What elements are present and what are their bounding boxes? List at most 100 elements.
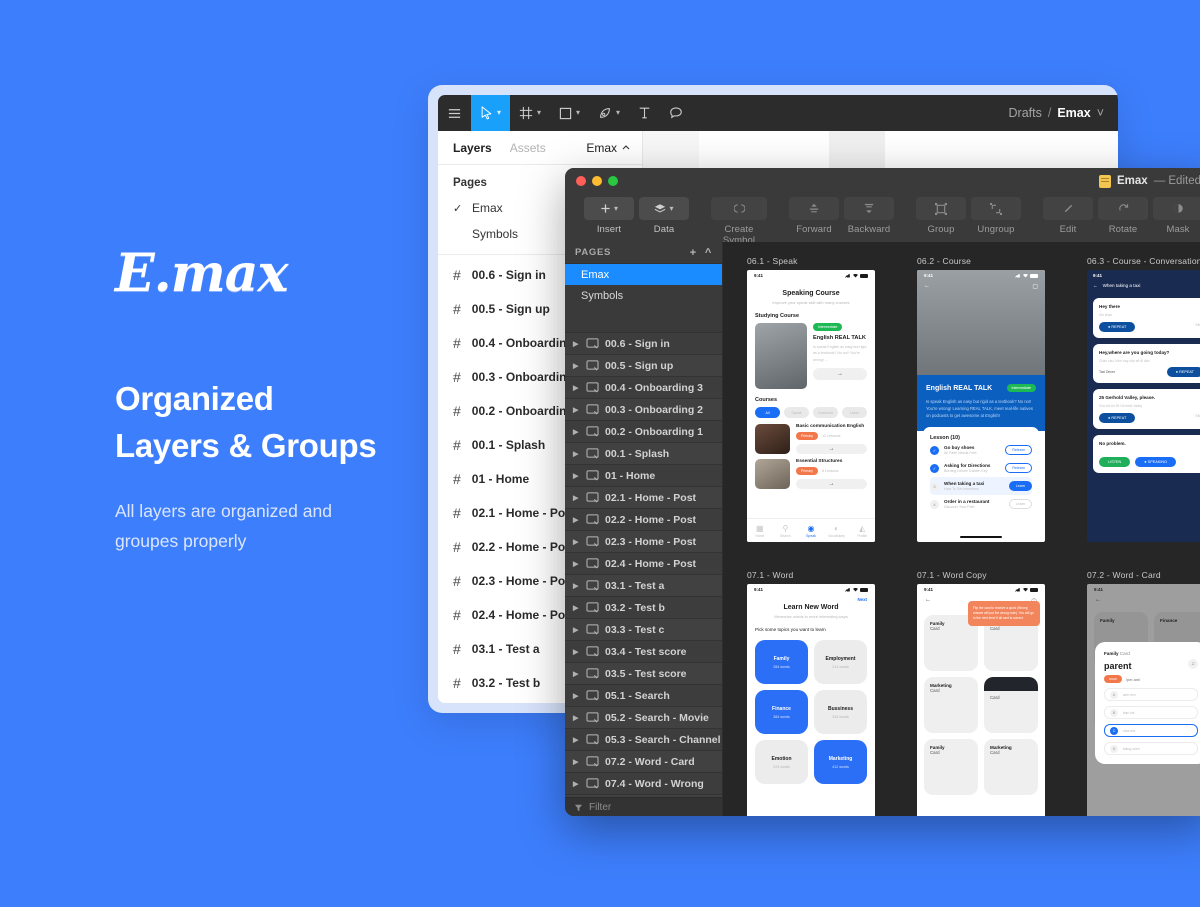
repeat-button[interactable]: ● REPEAT <box>1166 367 1200 377</box>
disclosure-triangle-icon[interactable]: ▶ <box>573 340 580 348</box>
repeat-button[interactable]: ● REPEAT <box>1099 322 1136 332</box>
answer-option[interactable]: Aanh em <box>1104 688 1198 701</box>
sketch-page-symbols[interactable]: Symbols <box>565 285 722 306</box>
sketch-layer-item[interactable]: ▶ 03.1 - Test a <box>565 575 722 597</box>
sketch-layer-item[interactable]: ▶ 00.6 - Sign in <box>565 333 722 355</box>
course-cta[interactable]: → <box>796 479 867 489</box>
repeat-button[interactable]: ● REPEAT <box>1099 413 1136 423</box>
disclosure-triangle-icon[interactable]: ▶ <box>573 758 580 766</box>
disclosure-triangle-icon[interactable]: ▶ <box>573 648 580 656</box>
tab-profile[interactable]: ◭ Profile <box>849 523 875 538</box>
topic-tile[interactable]: Family 284 words <box>755 640 808 684</box>
toolbar-data-button[interactable]: ▾ Data <box>639 197 689 235</box>
artboard-word-copy[interactable]: 07.1 - Word Copy 9:41 ← ⓘ Flip the card … <box>917 570 1045 816</box>
chip-grammar[interactable]: Grammar <box>813 407 838 418</box>
sketch-layer-item[interactable]: ▶ 00.5 - Sign up <box>565 355 722 377</box>
back-icon[interactable]: ← <box>924 283 930 290</box>
shape-tool[interactable]: ▾ <box>550 95 589 131</box>
disclosure-triangle-icon[interactable]: ▶ <box>573 604 580 612</box>
tab-layers[interactable]: Layers <box>453 141 492 155</box>
menu-icon[interactable] <box>438 95 471 131</box>
sketch-layer-item[interactable]: ▶ 02.2 - Home - Post <box>565 509 722 531</box>
topic-tile[interactable]: Marketing 412 words <box>814 740 867 784</box>
chevron-up-icon[interactable]: ^ <box>705 247 712 259</box>
audio-icon[interactable]: ♫ <box>1188 658 1198 669</box>
topic-tile[interactable]: Employment 214 words <box>814 640 867 684</box>
artboard-course[interactable]: 06.2 - Course 9:41 ← ▢ English REAL TALK… <box>917 256 1045 542</box>
lesson-action-button[interactable]: Relearn <box>1005 463 1032 474</box>
add-page-icon[interactable]: + <box>690 247 697 259</box>
tab-home[interactable]: ▦ Home <box>747 523 773 538</box>
disclosure-triangle-icon[interactable]: ▶ <box>573 692 580 700</box>
chevron-down-icon[interactable]: ˅ <box>1097 106 1104 120</box>
chip-all[interactable]: All <box>755 407 780 418</box>
next-button[interactable]: Next <box>747 595 875 602</box>
sketch-layer-item[interactable]: ▶ 02.4 - Home - Post <box>565 553 722 575</box>
close-icon[interactable] <box>576 176 586 186</box>
move-tool[interactable]: ▾ <box>471 95 511 131</box>
frame-tool[interactable]: ▾ <box>510 95 550 131</box>
sketch-layer-item[interactable]: ▶ 07.2 - Word - Card <box>565 751 722 773</box>
answer-option[interactable]: Dhàng xóm <box>1104 742 1198 755</box>
disclosure-triangle-icon[interactable]: ▶ <box>573 472 580 480</box>
disclosure-triangle-icon[interactable]: ▶ <box>573 582 580 590</box>
artboard-word[interactable]: 07.1 - Word 9:41 Next Learn New Word Mem… <box>747 570 875 816</box>
lesson-row[interactable]: ✓ Go buy shoes All Faith Needs Feet Relea… <box>930 441 1032 459</box>
text-tool[interactable] <box>629 95 660 131</box>
disclosure-triangle-icon[interactable]: ▶ <box>573 670 580 678</box>
sketch-layer-item[interactable]: ▶ 05.3 - Search - Channel <box>565 729 722 751</box>
disclosure-triangle-icon[interactable]: ▶ <box>573 736 580 744</box>
sketch-layer-item[interactable]: ▶ 01 - Home <box>565 465 722 487</box>
tab-search[interactable]: ⚲ Search <box>773 523 799 538</box>
chip-speak[interactable]: Speak <box>784 407 809 418</box>
featured-course-cta[interactable]: → <box>813 368 867 381</box>
back-icon[interactable]: ← <box>925 597 931 606</box>
bookmark-icon[interactable]: ▢ <box>1032 283 1038 290</box>
sketch-layer-item[interactable]: ▶ 02.1 - Home - Post <box>565 487 722 509</box>
sketch-filter-bar[interactable]: Filter <box>565 797 722 816</box>
sketch-layer-item[interactable]: ▶ 00.1 - Splash <box>565 443 722 465</box>
topic-tile[interactable]: Bussiness 334 words <box>814 690 867 734</box>
sketch-layer-item[interactable]: ▶ 02.3 - Home - Post <box>565 531 722 553</box>
disclosure-triangle-icon[interactable]: ▶ <box>573 626 580 634</box>
lesson-row[interactable]: 3 When taking a taxi How To Set Intention… <box>930 477 1032 496</box>
minimize-icon[interactable] <box>592 176 602 186</box>
disclosure-triangle-icon[interactable]: ▶ <box>573 714 580 722</box>
disclosure-triangle-icon[interactable]: ▶ <box>573 538 580 546</box>
artboard-conversation[interactable]: 06.3 - Course - Conversation 9:41 ← When… <box>1087 256 1200 542</box>
chip-listen[interactable]: Listen <box>842 407 867 418</box>
answer-option[interactable]: Ccha mẹ <box>1104 724 1198 737</box>
breadcrumb-file[interactable]: Emax <box>1057 106 1090 120</box>
breadcrumb-project[interactable]: Drafts <box>1009 106 1042 120</box>
sketch-canvas[interactable]: 06.1 - Speak 9:41 Speaking Course Improv… <box>723 242 1200 816</box>
sketch-layer-item[interactable]: ▶ 07.4 - Word - Wrong <box>565 773 722 795</box>
sketch-layer-item[interactable]: ▶ 03.3 - Test c <box>565 619 722 641</box>
sketch-layer-item[interactable]: ▶ 03.4 - Test score <box>565 641 722 663</box>
page-selector[interactable]: Emax <box>586 141 630 155</box>
sketch-layer-item[interactable]: ▶ 05.1 - Search <box>565 685 722 707</box>
topic-tile[interactable]: Finance 384 words <box>755 690 808 734</box>
back-icon[interactable]: ← <box>1093 283 1098 288</box>
course-cta[interactable]: → <box>796 444 867 454</box>
sketch-layer-item[interactable]: ▶ 05.2 - Search - Movie <box>565 707 722 729</box>
sketch-layer-item[interactable]: ▶ 03.5 - Test score <box>565 663 722 685</box>
sketch-layer-item[interactable]: ▶ 00.2 - Onboarding 1 <box>565 421 722 443</box>
disclosure-triangle-icon[interactable]: ▶ <box>573 450 580 458</box>
lesson-action-button[interactable]: Learn <box>1008 481 1032 492</box>
disclosure-triangle-icon[interactable]: ▶ <box>573 560 580 568</box>
answer-option[interactable]: Bbạn bè <box>1104 706 1198 719</box>
disclosure-triangle-icon[interactable]: ▶ <box>573 494 580 502</box>
tab-assets[interactable]: Assets <box>510 141 546 155</box>
maximize-icon[interactable] <box>608 176 618 186</box>
lesson-row[interactable]: ✓ Asking for Directions Burning Desire Go… <box>930 459 1032 477</box>
word-card[interactable]: Card <box>984 677 1038 733</box>
listen-button[interactable]: LISTEN <box>1099 457 1131 467</box>
sketch-layer-item[interactable]: ▶ 03.2 - Test b <box>565 597 722 619</box>
comment-tool[interactable] <box>660 95 692 131</box>
topic-tile[interactable]: Emotion 224 words <box>755 740 808 784</box>
course-row-1[interactable]: Basic communication English Primary 12 L… <box>747 418 875 454</box>
word-card[interactable]: Marketing Card <box>924 677 978 733</box>
disclosure-triangle-icon[interactable]: ▶ <box>573 384 580 392</box>
course-row-2[interactable]: Essential Structures Primary 8 Lessons → <box>747 454 875 489</box>
disclosure-triangle-icon[interactable]: ▶ <box>573 780 580 788</box>
